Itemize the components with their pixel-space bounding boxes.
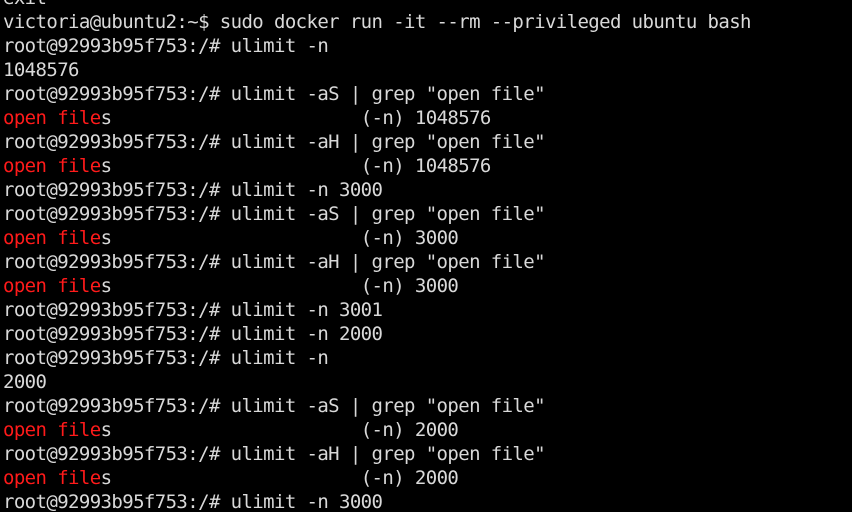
- terminal-line: open files (-n) 3000: [3, 274, 848, 298]
- terminal-line-text: root@92993b95f753:/# ulimit -n 3000: [3, 179, 383, 201]
- terminal-line-text: s (-n) 2000: [100, 467, 459, 489]
- terminal-line: root@92993b95f753:/# ulimit -n 3001: [3, 298, 848, 322]
- terminal-line: open files (-n) 1048576: [3, 106, 848, 130]
- terminal-line: open files (-n) 2000: [3, 418, 848, 442]
- terminal-line: root@92993b95f753:/# ulimit -n: [3, 34, 848, 58]
- terminal-line: root@92993b95f753:/# ulimit -aS | grep "…: [3, 202, 848, 226]
- terminal-line-text: exit: [3, 0, 47, 9]
- terminal-line-text: victoria@ubuntu2:~$ sudo docker run -it …: [3, 11, 751, 33]
- terminal-line-text: s (-n) 3000: [100, 227, 459, 249]
- terminal-line-text: root@92993b95f753:/# ulimit -n 3000: [3, 491, 383, 512]
- terminal-line-text: root@92993b95f753:/# ulimit -n 3001: [3, 299, 383, 321]
- grep-match-highlight: open file: [3, 227, 101, 249]
- terminal-line-text: root@92993b95f753:/# ulimit -aH | grep "…: [3, 131, 546, 153]
- terminal-line-text: root@92993b95f753:/# ulimit -aH | grep "…: [3, 251, 546, 273]
- terminal-line-text: root@92993b95f753:/# ulimit -n: [3, 35, 329, 57]
- terminal-line: root@92993b95f753:/# ulimit -aS | grep "…: [3, 394, 848, 418]
- terminal-line-text: 2000: [3, 371, 47, 393]
- terminal-line: root@92993b95f753:/# ulimit -aH | grep "…: [3, 442, 848, 466]
- terminal-line-text: s (-n) 2000: [100, 419, 459, 441]
- grep-match-highlight: open file: [3, 275, 101, 297]
- terminal-line: root@92993b95f753:/# ulimit -aH | grep "…: [3, 130, 848, 154]
- terminal-line: 2000: [3, 370, 848, 394]
- grep-match-highlight: open file: [3, 155, 101, 177]
- terminal-line-text: root@92993b95f753:/# ulimit -n: [3, 347, 329, 369]
- terminal-line: 1048576: [3, 58, 848, 82]
- terminal-line-text: root@92993b95f753:/# ulimit -aS | grep "…: [3, 395, 546, 417]
- terminal-line: root@92993b95f753:/# ulimit -aS | grep "…: [3, 82, 848, 106]
- terminal-line: root@92993b95f753:/# ulimit -aH | grep "…: [3, 250, 848, 274]
- terminal-output: exit victoria@ubuntu2:~$ sudo docker run …: [3, 0, 848, 512]
- terminal-line-text: s (-n) 1048576: [100, 155, 492, 177]
- terminal-line-text: s (-n) 3000: [100, 275, 459, 297]
- terminal-line: open files (-n) 1048576: [3, 154, 848, 178]
- terminal-line-text: root@92993b95f753:/# ulimit -aS | grep "…: [3, 83, 546, 105]
- terminal-line: exit: [3, 0, 848, 10]
- grep-match-highlight: open file: [3, 467, 101, 489]
- terminal-line-text: 1048576: [3, 59, 79, 81]
- terminal-window[interactable]: exit victoria@ubuntu2:~$ sudo docker run …: [0, 0, 852, 512]
- terminal-line-text: s (-n) 1048576: [100, 107, 492, 129]
- terminal-line: victoria@ubuntu2:~$ sudo docker run -it …: [3, 10, 848, 34]
- terminal-line: open files (-n) 2000: [3, 466, 848, 490]
- grep-match-highlight: open file: [3, 419, 101, 441]
- terminal-line: root@92993b95f753:/# ulimit -n: [3, 346, 848, 370]
- terminal-line: root@92993b95f753:/# ulimit -n 3000: [3, 178, 848, 202]
- terminal-line-text: root@92993b95f753:/# ulimit -n 2000: [3, 323, 383, 345]
- terminal-line-text: root@92993b95f753:/# ulimit -aH | grep "…: [3, 443, 546, 465]
- terminal-line-text: root@92993b95f753:/# ulimit -aS | grep "…: [3, 203, 546, 225]
- terminal-line: open files (-n) 3000: [3, 226, 848, 250]
- terminal-line: root@92993b95f753:/# ulimit -n 2000: [3, 322, 848, 346]
- terminal-line: root@92993b95f753:/# ulimit -n 3000: [3, 490, 848, 512]
- grep-match-highlight: open file: [3, 107, 101, 129]
